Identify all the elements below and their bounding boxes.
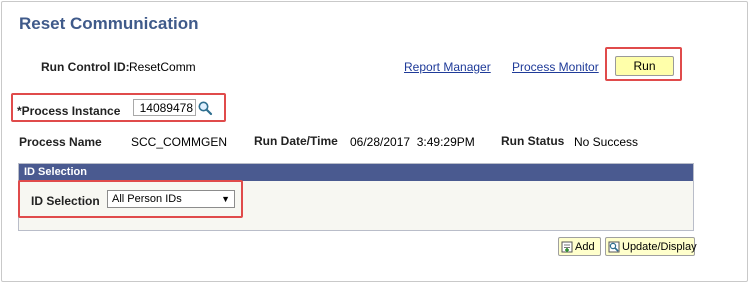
update-display-button[interactable]: Update/Display (605, 237, 697, 256)
run-button[interactable]: Run (615, 56, 674, 76)
run-status-value: No Success (574, 135, 639, 149)
run-datetime-label: Run Date/Time (254, 134, 338, 148)
run-control-label: Run Control ID: (41, 60, 130, 74)
id-selection-dropdown[interactable]: All Person IDs ▼ (107, 190, 235, 208)
add-button-label: Add (575, 240, 595, 253)
add-icon (561, 241, 573, 252)
process-name-value: SCC_COMMGEN (131, 135, 228, 149)
lookup-magnifier-icon[interactable] (197, 100, 213, 116)
page-title: Reset Communication (19, 14, 199, 33)
process-monitor-link[interactable]: Process Monitor (512, 60, 599, 74)
add-button[interactable]: Add (558, 237, 601, 256)
process-instance-label: *Process Instance (17, 104, 121, 118)
run-status-label: Run Status (501, 134, 565, 148)
run-datetime-value: 06/28/2017 3:49:29PM (350, 135, 475, 149)
process-instance-input[interactable] (133, 99, 196, 116)
run-control-value: ResetComm (129, 60, 196, 74)
report-manager-link[interactable]: Report Manager (404, 60, 491, 74)
dropdown-arrow-icon: ▼ (221, 194, 230, 204)
update-display-label: Update/Display (622, 240, 697, 253)
update-display-icon (608, 241, 620, 252)
id-selection-selected-value: All Person IDs (112, 193, 182, 205)
id-selection-header: ID Selection (19, 164, 693, 181)
process-name-label: Process Name (19, 135, 102, 149)
id-selection-label: ID Selection (31, 194, 100, 208)
